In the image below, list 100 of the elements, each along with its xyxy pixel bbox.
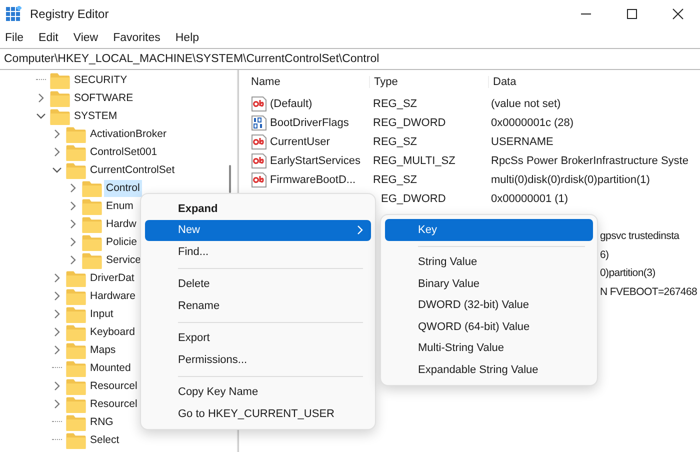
chevron-right-icon[interactable] [52, 309, 62, 319]
value-name[interactable]: FirmwareBootD... [270, 174, 356, 186]
window-title: Registry Editor [30, 6, 109, 20]
string-value-icon [251, 172, 267, 188]
chevron-right-icon[interactable] [52, 345, 62, 355]
tree-item[interactable]: Keyboard [88, 324, 137, 340]
tree-item[interactable]: DriverDat [88, 270, 136, 286]
tree-item[interactable]: Control [104, 180, 142, 196]
column-header[interactable]: Data [489, 76, 516, 88]
column-header[interactable]: Type [370, 76, 489, 88]
folder-icon [66, 360, 86, 376]
folder-icon [50, 90, 70, 106]
string-value-icon [251, 96, 267, 112]
folder-icon [66, 288, 86, 304]
value-data: N FVEBOOT=267468 [600, 286, 698, 298]
menu-item[interactable]: Go to HKEY_CURRENT_USER [145, 403, 371, 424]
tree-item[interactable]: RNG [88, 414, 116, 430]
folder-icon [66, 306, 86, 322]
tree-item[interactable]: Mounted [88, 360, 133, 376]
menu-item[interactable]: Help [175, 32, 200, 44]
chevron-right-icon[interactable] [68, 219, 78, 229]
menu-item[interactable]: DWORD (32-bit) Value [385, 294, 593, 316]
menu-item[interactable]: Edit [38, 32, 58, 44]
chevron-right-icon[interactable] [52, 273, 62, 283]
tree-item[interactable]: ActivationBroker [88, 126, 168, 142]
value-type: REG_SZ [372, 174, 418, 186]
tree-item[interactable]: Policie [104, 234, 139, 250]
string-value-icon [251, 134, 267, 150]
value-type: REG_SZ [372, 98, 418, 110]
folder-icon [66, 144, 86, 160]
value-name[interactable]: BootDriverFlags [270, 116, 349, 128]
tree-item[interactable]: Input [88, 306, 116, 322]
folder-icon [66, 342, 86, 358]
chevron-right-icon[interactable] [52, 291, 62, 301]
menu-item[interactable]: Expandable String Value [385, 359, 593, 380]
folder-icon [82, 216, 102, 232]
address-field[interactable]: Computer\HKEY_LOCAL_MACHINE\SYSTEM\CurrentControlSet\Control [0, 48, 700, 70]
menu-item[interactable]: QWORD (64-bit) Value [385, 316, 593, 338]
tree-item[interactable]: SECURITY [72, 72, 130, 88]
tree-item[interactable]: Service [104, 252, 144, 268]
folder-icon [66, 270, 86, 286]
menu-item[interactable]: File [5, 32, 24, 44]
column-header[interactable]: Name [246, 76, 370, 88]
value-name[interactable]: CurrentUser [270, 136, 330, 148]
folder-icon [66, 126, 86, 142]
menu-item[interactable]: Rename [145, 295, 371, 316]
value-type: REG_MULTI_SZ [372, 154, 456, 166]
chevron-right-icon[interactable] [52, 327, 62, 337]
value-data: 6) [600, 248, 609, 261]
menu-item[interactable]: New [145, 220, 371, 241]
chevron-right-icon[interactable] [36, 93, 46, 103]
folder-icon [66, 414, 86, 430]
chevron-right-icon[interactable] [68, 237, 78, 247]
menu-item[interactable]: String Value [385, 252, 593, 273]
value-name[interactable]: EarlyStartServices [270, 154, 360, 166]
menu-item[interactable]: Permissions... [145, 349, 371, 370]
value-name[interactable]: (Default) [270, 98, 312, 110]
tree-item[interactable]: ControlSet001 [88, 144, 160, 160]
string-value-icon [251, 152, 267, 168]
folder-icon [66, 162, 86, 178]
menu-item[interactable]: Key [385, 219, 593, 240]
tree-item[interactable]: CurrentControlSet [88, 162, 177, 178]
scrollbar-thumb[interactable] [229, 165, 231, 193]
chevron-right-icon[interactable] [68, 255, 78, 265]
tree-item[interactable]: Hardw [104, 216, 138, 232]
chevron-down-icon[interactable] [36, 111, 46, 121]
chevron-right-icon[interactable] [52, 129, 62, 139]
menu-item[interactable]: Export [145, 328, 371, 349]
value-data: (value not set) [490, 98, 561, 110]
chevron-down-icon[interactable] [52, 165, 62, 175]
menu-item[interactable]: Find... [145, 241, 371, 262]
chevron-right-icon[interactable] [52, 381, 62, 391]
tree-item[interactable]: Enum [104, 198, 136, 214]
value-type: REG_SZ [372, 136, 418, 148]
folder-icon [82, 234, 102, 250]
value-type: REG_DWORD [372, 116, 447, 128]
menu-item[interactable]: View [73, 32, 98, 44]
tree-item[interactable]: Select [88, 432, 122, 448]
folder-icon [66, 378, 86, 394]
menu-item[interactable]: Binary Value [385, 273, 593, 294]
registry-icon [6, 6, 22, 22]
close-icon[interactable] [672, 8, 684, 20]
chevron-right-icon[interactable] [52, 399, 62, 409]
menu-item[interactable]: Favorites [113, 32, 160, 44]
chevron-right-icon[interactable] [52, 147, 62, 157]
chevron-right-icon[interactable] [68, 201, 78, 211]
tree-item[interactable]: Resourcel [88, 378, 140, 394]
menu-item[interactable]: Multi-String Value [385, 338, 593, 359]
tree-item[interactable]: SYSTEM [72, 108, 120, 124]
tree-item[interactable]: Maps [88, 342, 118, 358]
tree-item[interactable]: Hardware [88, 288, 138, 304]
value-data: 0x0000001c (28) [490, 116, 574, 128]
folder-icon [66, 432, 86, 448]
menu-item[interactable]: Copy Key Name [145, 382, 371, 403]
tree-item[interactable]: SOFTWARE [72, 90, 136, 106]
menu-item[interactable]: Delete [145, 274, 371, 295]
tree-item[interactable]: Resourcel [88, 396, 140, 412]
menu-item[interactable]: Expand [145, 198, 371, 220]
maximize-icon[interactable] [626, 8, 638, 20]
chevron-right-icon[interactable] [68, 183, 78, 193]
